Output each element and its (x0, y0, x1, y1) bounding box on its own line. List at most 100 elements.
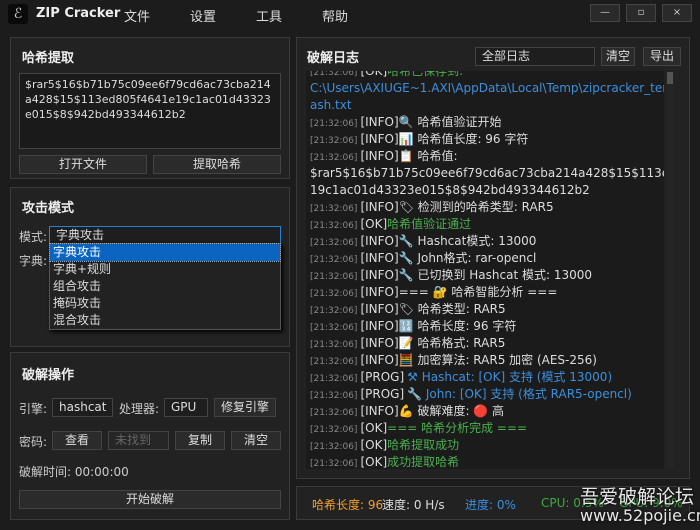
log-timestamp: [21:32:06] (310, 204, 358, 214)
view-password-button[interactable]: 查看 (52, 431, 102, 450)
log-timestamp: [21:32:06] (310, 391, 358, 401)
app-title: ZIP Cracker (36, 6, 121, 21)
log-line: [21:32:06] [OK]哈希提取成功 (306, 437, 664, 454)
log-tag: [INFO] (360, 302, 399, 316)
menu-settings[interactable]: 设置 (190, 6, 216, 25)
title-bar: ℰ ZIP Cracker 文件 设置 工具 帮助 — ▫ × (0, 0, 700, 30)
log-line: [21:32:06] [INFO]🔍 哈希值验证开始 (306, 114, 664, 131)
log-text: 成功提取哈希 (387, 455, 460, 469)
log-text: ⚒ Hashcat: [OK] 支持 (模式 13000) (407, 370, 613, 384)
log-line: ash.txt (306, 97, 664, 114)
log-line: [21:32:06] [INFO]🔢 哈希长度: 96 字符 (306, 318, 664, 335)
option-dictionary-rules[interactable]: 字典+规则 (50, 261, 280, 278)
engine-field[interactable]: hashcat (52, 398, 113, 417)
log-filter-select[interactable]: 全部日志 (475, 47, 595, 66)
log-line: [21:32:06] [INFO]🔧 Hashcat模式: 13000 (306, 233, 664, 250)
log-text: 🔧 Hashcat模式: 13000 (398, 234, 537, 248)
log-text: 哈希已保存到: (387, 71, 464, 78)
log-line: [21:32:06] [OK]成功提取哈希 (306, 454, 664, 469)
log-line: [21:32:06] [INFO]📋 哈希值: (306, 148, 664, 165)
clear-password-button[interactable]: 清空 (231, 431, 281, 450)
log-tag: [INFO] (360, 115, 399, 129)
log-line: [21:32:06] [INFO]🔧 John格式: rar-opencl (306, 250, 664, 267)
log-scrollbar-thumb[interactable] (667, 72, 673, 84)
log-tag: [INFO] (360, 336, 399, 350)
log-line: [21:32:06] [INFO]📝 哈希格式: RAR5 (306, 335, 664, 352)
watermark-title: 吾爱破解论坛 (580, 486, 695, 508)
log-line: [21:32:06] [OK]哈希值验证通过 (306, 216, 664, 233)
close-button[interactable]: × (662, 4, 692, 22)
status-hash-length: 哈希长度: 96 (312, 498, 384, 512)
password-label: 密码: (19, 435, 48, 449)
log-text: 🔢 哈希长度: 96 字符 (398, 319, 517, 333)
log-timestamp: [21:32:06] (310, 459, 358, 469)
log-tag: [OK] (360, 217, 388, 231)
option-hybrid[interactable]: 混合攻击 (50, 312, 280, 329)
option-dictionary[interactable]: 字典攻击 (49, 243, 281, 262)
log-timestamp: [21:32:06] (310, 340, 358, 350)
log-timestamp: [21:32:06] (310, 306, 358, 316)
log-line: [21:32:06] [INFO]🧮 加密算法: RAR5 加密 (AES-256… (306, 352, 664, 369)
log-text: === 🔐 哈希智能分析 === (398, 285, 558, 299)
password-field[interactable]: 未找到 (108, 431, 169, 450)
copy-button[interactable]: 复制 (175, 431, 225, 450)
log-tag: [OK] (360, 71, 388, 78)
log-scrollbar[interactable] (666, 72, 674, 468)
log-tag: [INFO] (360, 319, 399, 333)
open-file-button[interactable]: 打开文件 (19, 155, 147, 174)
start-crack-button[interactable]: 开始破解 (19, 490, 281, 509)
log-timestamp: [21:32:06] (310, 221, 358, 231)
log-panel-title: 破解日志 (307, 51, 360, 66)
log-text: 哈希值验证通过 (387, 217, 472, 231)
log-text: 哈希提取成功 (387, 438, 460, 452)
option-combination[interactable]: 组合攻击 (50, 278, 280, 295)
log-timestamp: [21:32:06] (310, 357, 358, 367)
extract-hash-button[interactable]: 提取哈希 (153, 155, 281, 174)
log-timestamp: [21:32:06] (310, 255, 358, 265)
menu-file[interactable]: 文件 (124, 6, 150, 25)
mode-dropdown-list: 字典攻击 字典+规则 组合攻击 掩码攻击 混合攻击 (49, 243, 281, 330)
hash-textarea[interactable]: $rar5$16$b71b75c09ee6f79cd6ac73cba214a42… (19, 73, 281, 149)
log-line: [21:32:06] [OK]=== 哈希分析完成 === (306, 420, 664, 437)
log-timestamp: [21:32:06] (310, 136, 358, 146)
option-mask[interactable]: 掩码攻击 (50, 295, 280, 312)
log-tag: [INFO] (360, 285, 399, 299)
log-line: 19c1ac01d43323e015$8$942bd493344612b2 (306, 182, 664, 199)
maximize-button[interactable]: ▫ (626, 4, 656, 22)
log-line: [21:32:06] [OK]哈希已保存到: (306, 71, 664, 80)
log-area[interactable]: [21:32:06] [OK]哈希已保存到: C:\Users\AXIUGE~1.A… (306, 71, 664, 469)
log-timestamp: [21:32:06] (310, 323, 358, 333)
log-text: 🔧 John格式: rar-opencl (398, 251, 537, 265)
log-line: [21:32:06] [PROG] ⚒ Hashcat: [OK] 支持 (模式 1… (306, 369, 664, 386)
engine-label: 引擎: (19, 402, 48, 416)
attack-panel-title: 攻击模式 (22, 201, 75, 216)
log-timestamp: [21:32:06] (310, 289, 358, 299)
log-tag: [INFO] (360, 268, 399, 282)
log-timestamp: [21:32:06] (310, 408, 358, 418)
log-line: $rar5$16$b71b75c09ee6f79cd6ac73cba214a42… (306, 165, 664, 182)
repair-engine-button[interactable]: 修复引擎 (214, 398, 276, 417)
log-tag: [PROG] (360, 387, 405, 401)
status-progress: 进度: 0% (465, 498, 516, 512)
log-text: 19c1ac01d43323e015$8$942bd493344612b2 (310, 183, 590, 197)
log-tag: [INFO] (360, 353, 399, 367)
menu-help[interactable]: 帮助 (322, 6, 348, 25)
log-text: $rar5$16$b71b75c09ee6f79cd6ac73cba214a42… (310, 166, 664, 180)
dict-label: 字典: (19, 254, 48, 268)
log-tag: [INFO] (360, 149, 399, 163)
log-text: 💪 破解难度: 🔴 高 (398, 404, 505, 418)
log-line: C:\Users\AXIUGE~1.AXI\AppData\Local\Temp… (306, 80, 664, 97)
log-text: 🔧 已切换到 Hashcat 模式: 13000 (398, 268, 592, 282)
crack-time: 破解时间: 00:00:00 (19, 465, 129, 479)
export-log-button[interactable]: 导出 (643, 47, 681, 66)
clear-log-button[interactable]: 清空 (601, 47, 635, 66)
log-text: 🏷 哈希类型: RAR5 (398, 302, 506, 316)
log-tag: [OK] (360, 455, 388, 469)
log-text: === 哈希分析完成 === (387, 421, 528, 435)
processor-field[interactable]: GPU (164, 398, 208, 417)
minimize-button[interactable]: — (590, 4, 620, 22)
menu-tools[interactable]: 工具 (256, 6, 282, 25)
log-line: [21:32:06] [PROG] 🔧 John: [OK] 支持 (格式 RAR5… (306, 386, 664, 403)
log-tag: [INFO] (360, 251, 399, 265)
log-text: 📊 哈希值长度: 96 字符 (398, 132, 529, 146)
